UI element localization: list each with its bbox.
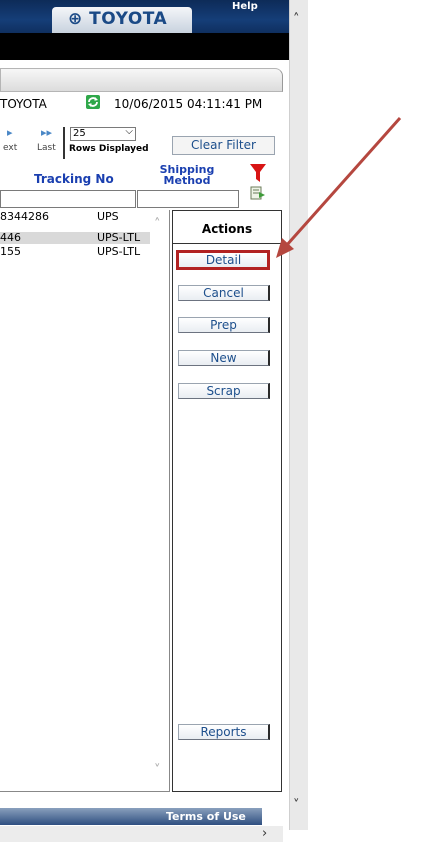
annotation-arrow: [276, 117, 402, 258]
